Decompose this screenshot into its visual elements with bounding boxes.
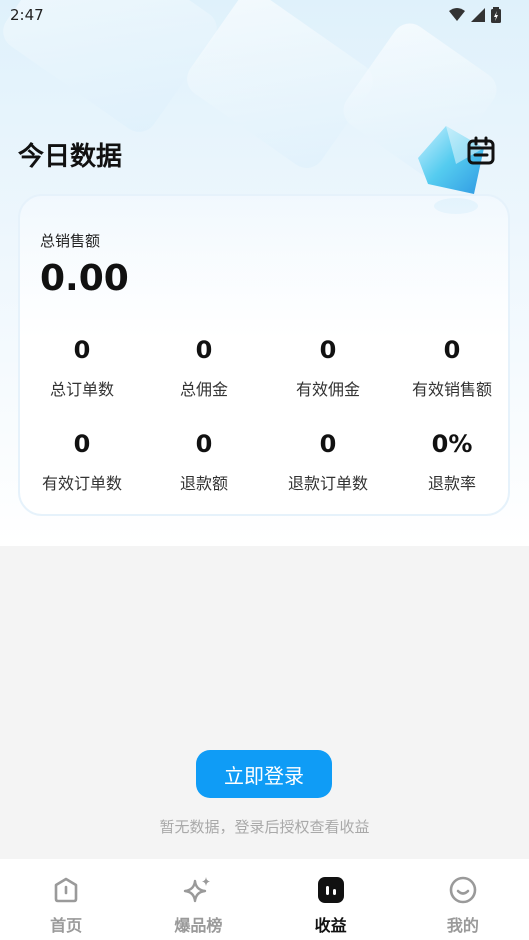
metric-total-commission: 0 总佣金 [142, 336, 266, 400]
metric-value: 0 [73, 336, 91, 364]
metric-label: 总佣金 [179, 380, 228, 399]
nav-label: 首页 [50, 916, 83, 935]
signal-icon [471, 8, 485, 22]
wifi-icon [449, 8, 465, 21]
metric-value: 0 [195, 336, 213, 364]
metric-value: 0 [319, 430, 337, 458]
metric-label: 退款额 [179, 474, 228, 493]
page-title: 今日数据 [18, 142, 123, 172]
metric-refund-rate: 0% 退款率 [390, 430, 514, 494]
metric-value: 0 [195, 430, 213, 458]
bottom-nav: 首页 爆品榜 收益 我的 [0, 859, 529, 940]
nav-item-profile[interactable]: 我的 [397, 859, 529, 940]
nav-label: 爆品榜 [174, 916, 223, 935]
metric-label: 有效佣金 [295, 380, 360, 399]
status-bar: 2:47 [0, 0, 529, 30]
metric-label: 退款率 [427, 474, 476, 493]
calendar-icon [467, 136, 495, 165]
home-icon [51, 875, 81, 905]
metric-refund-orders: 0 退款订单数 [266, 430, 390, 494]
metric-total-orders: 0 总订单数 [20, 336, 144, 400]
empty-state-hint: 暂无数据，登录后授权查看收益 [159, 818, 370, 836]
nav-item-home[interactable]: 首页 [0, 859, 132, 940]
status-icons [449, 7, 501, 23]
metric-label: 有效订单数 [41, 474, 122, 493]
metric-value: 0 [73, 430, 91, 458]
earnings-icon [316, 875, 346, 905]
nav-item-hot-products[interactable]: 爆品榜 [132, 859, 264, 940]
metric-valid-sales: 0 有效销售额 [390, 336, 514, 400]
calendar-button[interactable] [464, 134, 498, 168]
total-sales-label: 总销售额 [40, 232, 101, 250]
nav-item-earnings[interactable]: 收益 [265, 859, 397, 940]
status-time: 2:47 [10, 6, 44, 24]
profile-icon [448, 875, 478, 905]
metric-label: 总订单数 [49, 380, 114, 399]
nav-label: 我的 [446, 916, 479, 935]
nav-label: 收益 [314, 916, 347, 935]
battery-icon [491, 7, 501, 23]
metric-value: 0% [431, 430, 473, 458]
sparkle-icon [183, 875, 213, 905]
metric-value: 0 [443, 336, 461, 364]
metric-label: 退款订单数 [287, 474, 368, 493]
login-button[interactable]: 立即登录 [196, 750, 332, 798]
metric-valid-commission: 0 有效佣金 [266, 336, 390, 400]
total-sales-value: 0.00 [40, 258, 129, 299]
metric-valid-orders: 0 有效订单数 [20, 430, 144, 494]
today-data-card: 总销售额 0.00 0 总订单数 0 总佣金 0 有效佣金 0 有效销售额 0 … [18, 194, 510, 516]
metric-value: 0 [319, 336, 337, 364]
metric-refund-amount: 0 退款额 [142, 430, 266, 494]
metric-label: 有效销售额 [411, 380, 492, 399]
